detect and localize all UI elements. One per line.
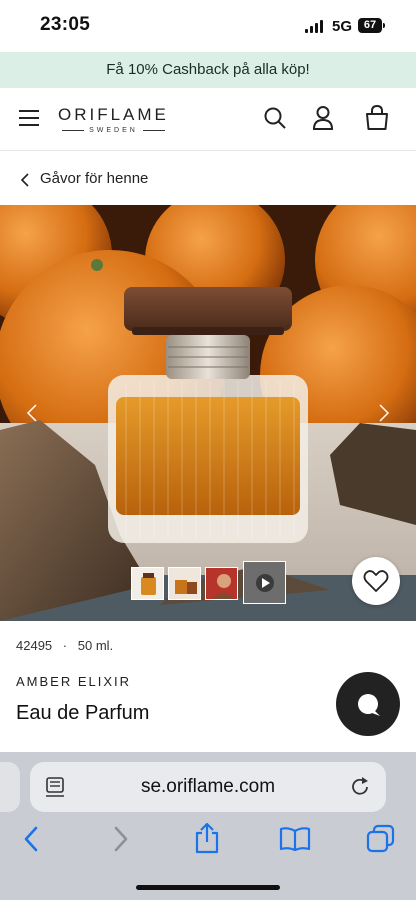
previous-tab-edge[interactable] [0, 762, 20, 812]
status-time: 23:05 [40, 14, 91, 35]
battery-level: 67 [363, 19, 377, 31]
logo-subtitle-text: SWEDEN [89, 127, 138, 134]
back-icon[interactable] [22, 826, 40, 852]
network-label: 5G [332, 18, 353, 35]
site-header: ORIFLAME SWEDEN [0, 88, 416, 151]
promo-banner[interactable]: Få 10% Cashback på alla köp! [0, 52, 416, 88]
tabs-icon[interactable] [366, 824, 396, 854]
search-icon[interactable] [264, 107, 286, 129]
bag-icon[interactable] [365, 105, 389, 131]
url-text[interactable]: se.oriflame.com [30, 762, 386, 812]
thumbnail-video[interactable] [243, 561, 286, 604]
product-meta: 42495 · 50 ml. [16, 638, 113, 653]
menu-icon[interactable] [19, 109, 39, 127]
logo-subtitle: SWEDEN [58, 127, 169, 134]
thumbnail-2[interactable] [168, 567, 201, 600]
address-bar[interactable]: se.oriflame.com [30, 762, 386, 812]
user-icon[interactable] [313, 106, 333, 130]
product-name: Eau de Parfum [16, 702, 150, 724]
thumbnail-3[interactable] [205, 567, 238, 600]
battery-tip [383, 23, 385, 28]
forward-icon[interactable] [112, 826, 130, 852]
heart-icon [363, 570, 389, 592]
meta-separator: · [62, 638, 68, 653]
thumbnail-image [206, 568, 237, 599]
product-code: 42495 [16, 638, 53, 653]
thumbnail-1[interactable] [131, 567, 164, 600]
logo-wordmark: ORIFLAME [58, 105, 169, 124]
breadcrumb[interactable]: Gåvor för henne [0, 151, 416, 205]
oriflame-logo[interactable]: ORIFLAME SWEDEN [58, 105, 169, 134]
thumbnail-image [132, 568, 163, 599]
share-icon[interactable] [194, 822, 220, 854]
wishlist-button[interactable] [352, 557, 400, 605]
chat-icon [358, 694, 380, 716]
play-icon [256, 574, 274, 592]
breadcrumb-label: Gåvor för henne [40, 170, 149, 187]
signal-icon [305, 20, 323, 33]
battery-icon: 67 [358, 18, 382, 33]
reload-icon[interactable] [350, 776, 372, 798]
product-size: 50 ml. [77, 638, 114, 653]
home-indicator [136, 885, 280, 890]
bookmarks-icon[interactable] [279, 826, 311, 852]
thumbnail-image [169, 568, 200, 599]
chat-button[interactable] [336, 672, 400, 736]
status-bar: 23:05 5G 67 [0, 0, 416, 52]
chevron-left-icon [20, 173, 29, 187]
product-brand: AMBER ELIXIR [16, 674, 132, 689]
